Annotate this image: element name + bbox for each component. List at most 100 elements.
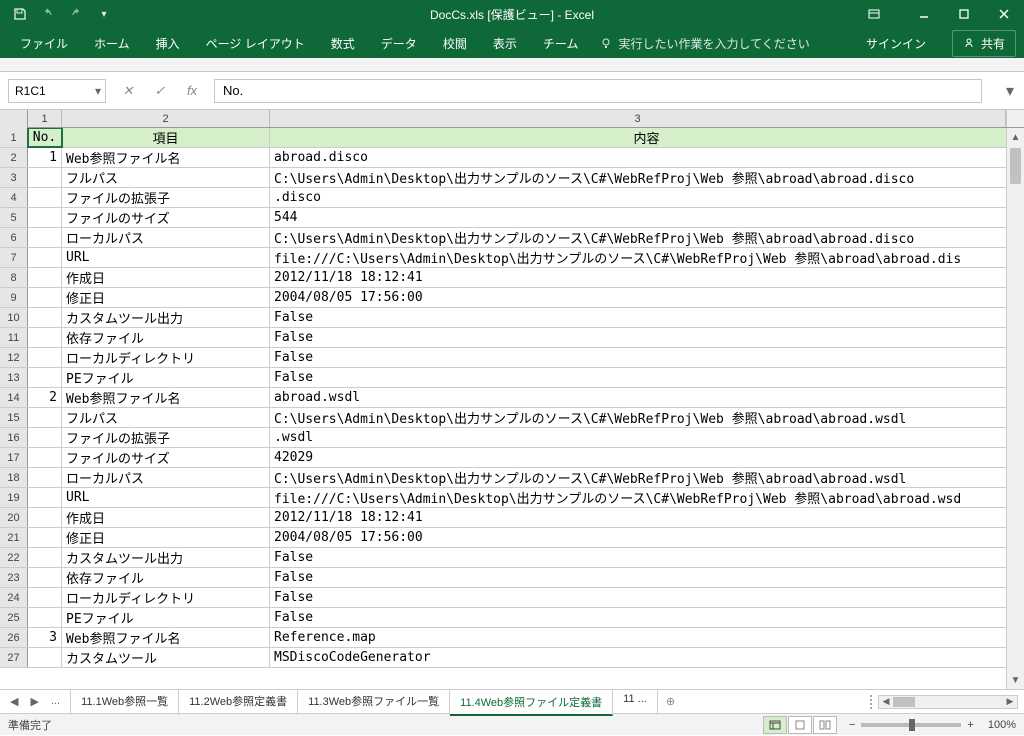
cell[interactable] (28, 508, 62, 527)
share-button[interactable]: 共有 (952, 30, 1016, 57)
chevron-down-icon[interactable]: ▾ (95, 84, 101, 98)
cell[interactable]: カスタムツール出力 (62, 548, 270, 567)
vertical-scrollbar[interactable]: ▲ ▼ (1006, 128, 1024, 689)
tab-formulas[interactable]: 数式 (319, 29, 367, 58)
cell[interactable] (28, 228, 62, 247)
row-header[interactable]: 27 (0, 648, 28, 667)
sheet-tab[interactable]: 11.2Web参照定義書 (179, 689, 298, 715)
sheet-tab[interactable]: 11.4Web参照ファイル定義書 (450, 690, 613, 716)
sheet-nav-prev-icon[interactable]: ◀ (6, 693, 22, 710)
ribbon-display-icon[interactable] (854, 0, 894, 28)
row-header[interactable]: 10 (0, 308, 28, 327)
cell[interactable]: ファイルの拡張子 (62, 188, 270, 207)
cell[interactable] (28, 408, 62, 427)
cell[interactable]: file:///C:\Users\Admin\Desktop\出力サンプルのソー… (270, 488, 1024, 507)
cell[interactable]: False (270, 588, 1024, 607)
cell[interactable]: Reference.map (270, 628, 1024, 647)
cell[interactable]: 依存ファイル (62, 328, 270, 347)
cell[interactable]: .disco (270, 188, 1024, 207)
cell[interactable]: Web参照ファイル名 (62, 388, 270, 407)
cell[interactable]: カスタムツール出力 (62, 308, 270, 327)
row-header[interactable]: 3 (0, 168, 28, 187)
signin-button[interactable]: サインイン (852, 29, 940, 58)
row-header[interactable]: 2 (0, 148, 28, 167)
cell[interactable]: 2012/11/18 18:12:41 (270, 508, 1024, 527)
add-sheet-icon[interactable]: ⊕ (658, 695, 683, 708)
cell[interactable] (28, 548, 62, 567)
tab-pagelayout[interactable]: ページ レイアウト (194, 29, 317, 58)
row-header[interactable]: 26 (0, 628, 28, 647)
cell[interactable] (28, 588, 62, 607)
row-header[interactable]: 19 (0, 488, 28, 507)
cell[interactable]: C:\Users\Admin\Desktop\出力サンプルのソース\C#\Web… (270, 228, 1024, 247)
tell-me-search[interactable]: 実行したい作業を入力してください (592, 31, 817, 56)
cell[interactable] (28, 268, 62, 287)
zoom-out-icon[interactable]: − (849, 719, 855, 731)
cell[interactable]: 作成日 (62, 508, 270, 527)
cell[interactable] (28, 368, 62, 387)
cell[interactable]: PEファイル (62, 608, 270, 627)
cell[interactable]: 1 (28, 148, 62, 167)
row-header[interactable]: 16 (0, 428, 28, 447)
row-header[interactable]: 6 (0, 228, 28, 247)
column-header[interactable]: 3 (270, 110, 1006, 127)
cell[interactable]: 内容 (270, 128, 1024, 147)
expand-formula-icon[interactable]: ▾ (1002, 81, 1018, 101)
cell[interactable] (28, 288, 62, 307)
cell[interactable]: ローカルパス (62, 468, 270, 487)
cell[interactable]: C:\Users\Admin\Desktop\出力サンプルのソース\C#\Web… (270, 408, 1024, 427)
tab-team[interactable]: チーム (531, 29, 591, 58)
cell[interactable]: 544 (270, 208, 1024, 227)
row-header[interactable]: 9 (0, 288, 28, 307)
cell[interactable]: False (270, 568, 1024, 587)
cell[interactable] (28, 328, 62, 347)
cell[interactable]: ファイルの拡張子 (62, 428, 270, 447)
cell[interactable]: ファイルのサイズ (62, 448, 270, 467)
cell[interactable]: MSDiscoCodeGenerator (270, 648, 1024, 667)
row-header[interactable]: 17 (0, 448, 28, 467)
undo-icon[interactable] (38, 4, 58, 24)
sheet-tab[interactable]: 11 ... (613, 689, 658, 715)
cell[interactable]: False (270, 308, 1024, 327)
column-header[interactable]: 1 (28, 110, 62, 127)
fx-icon[interactable]: fx (178, 79, 206, 103)
cell[interactable]: file:///C:\Users\Admin\Desktop\出力サンプルのソー… (270, 248, 1024, 267)
cell[interactable]: 2004/08/05 17:56:00 (270, 528, 1024, 547)
cell[interactable]: 項目 (62, 128, 270, 147)
cell[interactable] (28, 308, 62, 327)
scroll-thumb[interactable] (1010, 148, 1021, 184)
tab-view[interactable]: 表示 (481, 29, 529, 58)
tab-splitter[interactable] (870, 695, 874, 709)
page-break-view-icon[interactable] (813, 716, 837, 734)
cell[interactable]: False (270, 348, 1024, 367)
cell[interactable]: ローカルパス (62, 228, 270, 247)
sheet-nav-next-icon[interactable]: ▶ (26, 693, 42, 710)
cell[interactable]: abroad.wsdl (270, 388, 1024, 407)
name-box[interactable]: R1C1 ▾ (8, 79, 106, 103)
cell[interactable] (28, 648, 62, 667)
scroll-left-icon[interactable]: ◀ (879, 696, 893, 708)
qat-customize-icon[interactable]: ▾ (94, 4, 114, 24)
normal-view-icon[interactable] (763, 716, 787, 734)
row-header[interactable]: 7 (0, 248, 28, 267)
cell[interactable]: abroad.disco (270, 148, 1024, 167)
cell[interactable]: フルパス (62, 408, 270, 427)
cell[interactable] (28, 348, 62, 367)
tab-review[interactable]: 校閲 (431, 29, 479, 58)
cell[interactable]: False (270, 368, 1024, 387)
cell[interactable]: Web参照ファイル名 (62, 148, 270, 167)
cell[interactable]: 依存ファイル (62, 568, 270, 587)
cell[interactable] (28, 468, 62, 487)
cell[interactable]: フルパス (62, 168, 270, 187)
row-header[interactable]: 1 (0, 128, 28, 147)
cell[interactable]: 修正日 (62, 528, 270, 547)
cell[interactable] (28, 168, 62, 187)
cell[interactable] (28, 208, 62, 227)
hscroll-thumb[interactable] (893, 697, 915, 707)
zoom-slider[interactable] (861, 723, 961, 727)
cell[interactable]: False (270, 548, 1024, 567)
cell[interactable]: ファイルのサイズ (62, 208, 270, 227)
cell[interactable]: URL (62, 248, 270, 267)
cell[interactable]: False (270, 328, 1024, 347)
save-icon[interactable] (10, 4, 30, 24)
